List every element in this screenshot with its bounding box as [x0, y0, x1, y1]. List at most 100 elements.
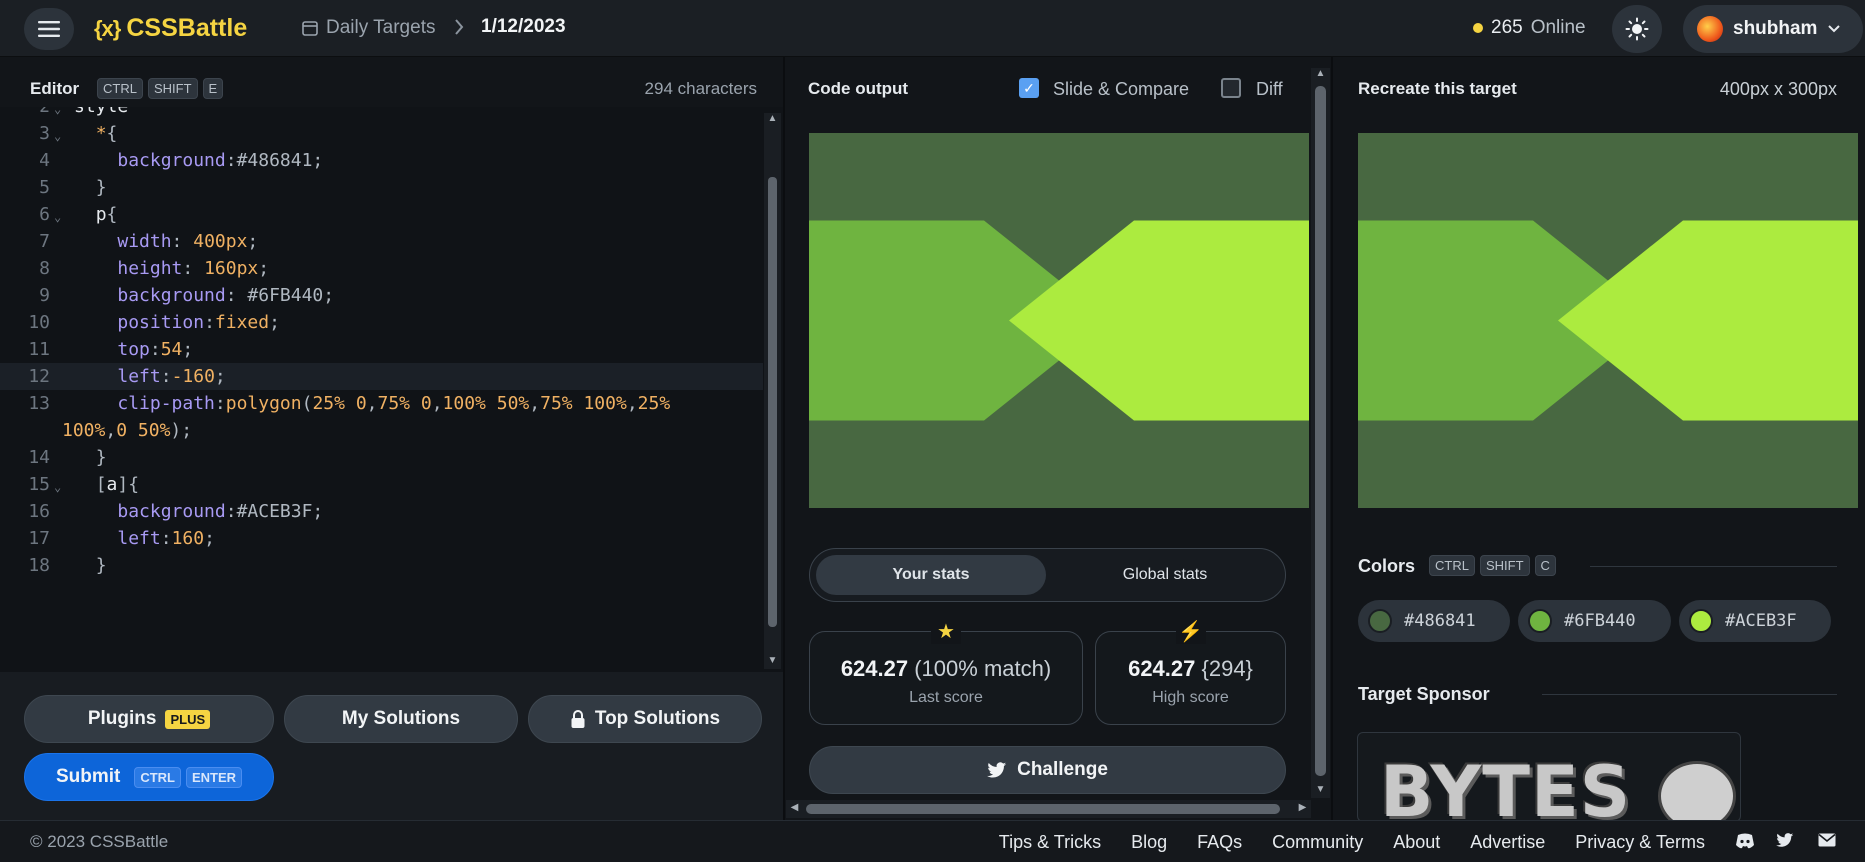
- diff-checkbox[interactable]: [1221, 78, 1241, 98]
- challenge-button[interactable]: Challenge: [809, 746, 1286, 794]
- code-text: clip-path:polygon(25% 0,75% 0,100% 50%,7…: [117, 393, 671, 414]
- slide-compare-label[interactable]: Slide & Compare: [1053, 79, 1189, 100]
- divider: [1542, 694, 1837, 695]
- scroll-down-icon[interactable]: ▼: [764, 655, 781, 669]
- code-output-canvas[interactable]: [809, 133, 1309, 508]
- code-line[interactable]: 7 width: 400px;: [0, 228, 763, 255]
- avatar: [1697, 16, 1723, 42]
- kbd-key: CTRL: [97, 78, 143, 99]
- code-line[interactable]: 2⌄style: [0, 107, 763, 120]
- last-score-value: 624.27: [840, 656, 909, 681]
- logo[interactable]: {x} CSSBattle: [94, 14, 247, 43]
- last-score-match: (100% match): [914, 656, 1052, 681]
- output-title: Code output: [808, 79, 909, 98]
- color-swatch[interactable]: #ACEB3F: [1679, 600, 1831, 642]
- code-line[interactable]: 3 ⌄ *{: [0, 120, 763, 147]
- tab-your-stats[interactable]: Your stats: [816, 555, 1046, 595]
- submit-button[interactable]: Submit CTRL ENTER: [24, 753, 274, 801]
- kbd-key: SHIFT: [147, 78, 198, 99]
- high-score-card: ⚡ 624.27 {294} High score: [1095, 620, 1286, 725]
- plugins-button[interactable]: Plugins PLUS: [24, 695, 274, 743]
- output-h-scrollbar[interactable]: ◀ ▶: [786, 800, 1311, 818]
- line-number: 18: [28, 555, 50, 576]
- fold-chevron-icon[interactable]: ⌄: [54, 474, 61, 501]
- line-number: 4: [39, 150, 50, 171]
- column-divider[interactable]: [1331, 57, 1333, 820]
- twitter-icon[interactable]: [1775, 833, 1795, 851]
- slide-compare-checkbox[interactable]: ✓: [1019, 78, 1039, 98]
- footer-link-blog[interactable]: Blog: [1131, 832, 1167, 853]
- line-number: 7: [39, 231, 50, 252]
- discord-icon[interactable]: [1735, 833, 1755, 851]
- column-divider[interactable]: [783, 57, 785, 820]
- code-text: [a]{: [95, 474, 140, 495]
- star-icon: ★: [931, 620, 961, 644]
- color-swatch[interactable]: #6FB440: [1518, 600, 1671, 642]
- editor-scrollbar[interactable]: ▲ ▼: [764, 113, 781, 669]
- scrollbar-thumb[interactable]: [806, 804, 1280, 814]
- sponsor-logo-text: BYTES: [1380, 751, 1632, 822]
- color-swatch[interactable]: #486841: [1358, 600, 1510, 642]
- top-solutions-label: Top Solutions: [594, 708, 721, 729]
- code-text: position:fixed;: [117, 312, 280, 333]
- theme-toggle-button[interactable]: [1612, 5, 1662, 53]
- output-scrollbar[interactable]: ▲ ▼: [1311, 68, 1330, 798]
- fold-chevron-icon[interactable]: ⌄: [54, 123, 61, 150]
- footer-link-about[interactable]: About: [1393, 832, 1440, 853]
- high-score-value: 624.27: [1128, 656, 1196, 681]
- footer-link-privacy[interactable]: Privacy & Terms: [1575, 832, 1705, 853]
- scroll-down-icon[interactable]: ▼: [1311, 784, 1330, 798]
- mail-icon[interactable]: [1817, 833, 1837, 851]
- high-score-chars: {294}: [1201, 656, 1253, 681]
- line-number: 11: [28, 339, 50, 360]
- code-line[interactable]: 4 background:#486841;: [0, 147, 763, 174]
- code-line[interactable]: 17 left:160;: [0, 525, 763, 552]
- menu-button[interactable]: [24, 8, 74, 50]
- code-line[interactable]: 14 }: [0, 444, 763, 471]
- line-number: 16: [28, 501, 50, 522]
- top-nav: {x} CSSBattle Daily Targets 1/12/2023 26…: [0, 0, 1865, 57]
- scroll-up-icon[interactable]: ▲: [1311, 68, 1330, 82]
- code-text: left:160;: [117, 528, 215, 549]
- my-solutions-button[interactable]: My Solutions: [284, 695, 518, 743]
- user-menu-button[interactable]: shubham: [1683, 5, 1863, 53]
- code-line[interactable]: 11 top:54;: [0, 336, 763, 363]
- diff-label[interactable]: Diff: [1256, 79, 1283, 100]
- code-line[interactable]: 12 left:-160;: [0, 363, 763, 390]
- fold-chevron-icon[interactable]: ⌄: [54, 204, 61, 231]
- code-text: }: [95, 555, 107, 576]
- sponsor-banner[interactable]: BYTES: [1357, 732, 1741, 822]
- scroll-left-icon[interactable]: ◀: [786, 802, 803, 816]
- breadcrumb-daily-targets[interactable]: Daily Targets: [302, 17, 435, 39]
- code-line[interactable]: 18 }: [0, 552, 763, 579]
- line-number: 6: [39, 204, 50, 225]
- footer-link-advertise[interactable]: Advertise: [1470, 832, 1545, 853]
- editor-header: Editor CTRL SHIFT E 294 characters: [0, 70, 783, 107]
- scrollbar-thumb[interactable]: [768, 177, 777, 627]
- code-text: left:-160;: [117, 366, 226, 387]
- footer: © 2023 CSSBattle Tips & Tricks Blog FAQs…: [0, 820, 1865, 862]
- code-line[interactable]: 8 height: 160px;: [0, 255, 763, 282]
- tab-global-stats[interactable]: Global stats: [1050, 555, 1280, 595]
- scrollbar-thumb[interactable]: [1315, 86, 1326, 776]
- code-line[interactable]: 100%,0 50%);: [0, 417, 763, 444]
- code-line[interactable]: 13 clip-path:polygon(25% 0,75% 0,100% 50…: [0, 390, 763, 417]
- code-line[interactable]: 10 position:fixed;: [0, 309, 763, 336]
- code-text: background: #6FB440;: [117, 285, 335, 306]
- code-line[interactable]: 6 ⌄ p{: [0, 201, 763, 228]
- line-number: 2: [20, 107, 50, 120]
- footer-link-tips[interactable]: Tips & Tricks: [999, 832, 1101, 853]
- sponsor-title: Target Sponsor: [1358, 684, 1490, 704]
- line-number: 14: [28, 447, 50, 468]
- footer-link-community[interactable]: Community: [1272, 832, 1363, 853]
- swatch-hex: #486841: [1404, 611, 1476, 631]
- code-line[interactable]: 5 }: [0, 174, 763, 201]
- code-line[interactable]: 16 background:#ACEB3F;: [0, 498, 763, 525]
- scroll-up-icon[interactable]: ▲: [764, 113, 781, 127]
- code-editor[interactable]: 2⌄style3⌄ *{4 background:#486841;5 }6⌄ p…: [0, 107, 783, 672]
- code-line[interactable]: 9 background: #6FB440;: [0, 282, 763, 309]
- scroll-right-icon[interactable]: ▶: [1294, 802, 1311, 816]
- top-solutions-button[interactable]: Top Solutions: [528, 695, 762, 743]
- code-line[interactable]: 15 ⌄ [a]{: [0, 471, 763, 498]
- footer-link-faqs[interactable]: FAQs: [1197, 832, 1242, 853]
